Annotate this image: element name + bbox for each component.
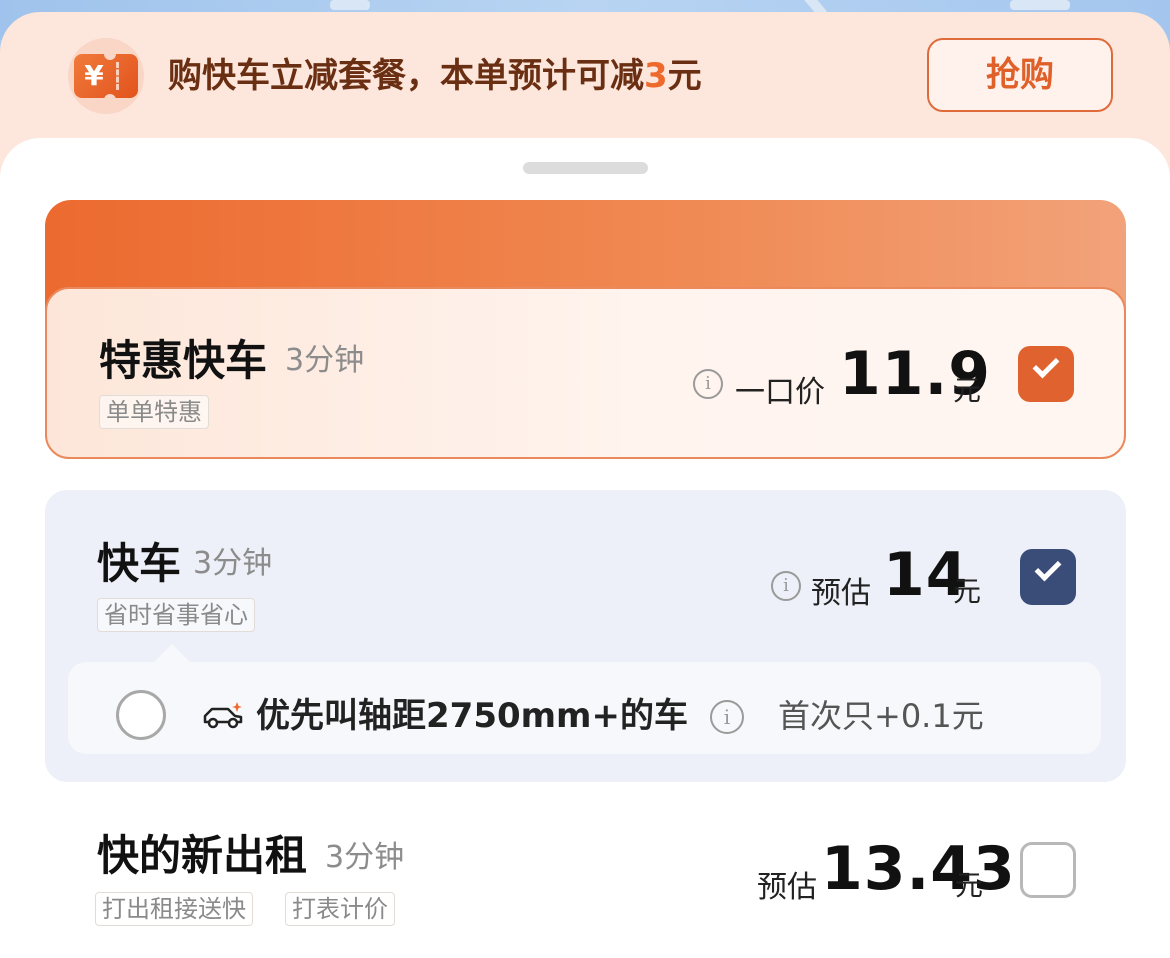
ride-tag: 省时省事省心	[97, 598, 255, 632]
ride-eta: 3分钟	[193, 546, 273, 581]
ride-eta: 3分钟	[325, 840, 405, 875]
ride-checkbox-checked[interactable]	[1018, 346, 1074, 402]
price-value: 13.43	[821, 834, 1016, 904]
drag-handle[interactable]	[523, 162, 648, 174]
ride-checkbox-unchecked[interactable]	[1020, 842, 1076, 898]
ride-tag: 单单特惠	[99, 395, 209, 429]
price-unit: 元	[955, 869, 984, 902]
price-label: 预估	[811, 576, 871, 611]
check-icon	[1034, 554, 1062, 582]
promo-banner: ¥ 购快车立减套餐，本单预计可减3元 抢购	[0, 12, 1170, 140]
map-road	[330, 0, 370, 10]
sub-option-pointer	[154, 644, 190, 662]
info-icon[interactable]: i	[693, 369, 723, 399]
car-icon	[203, 702, 243, 729]
price-unit: 元	[953, 374, 982, 407]
ride-card-tehui[interactable]: 特惠快车 3分钟 单单特惠 i 一口价 11.9 元	[45, 287, 1126, 459]
buy-button[interactable]: 抢购	[927, 38, 1113, 112]
ride-checkbox-checked[interactable]	[1020, 549, 1076, 605]
ride-tag: 打表计价	[285, 892, 395, 926]
map-road	[1010, 0, 1070, 10]
promo-text-main: 购快车立减套餐，本单预计可减	[168, 56, 644, 96]
promo-unit: 元	[667, 56, 702, 96]
ride-tag: 打出租接送快	[95, 892, 253, 926]
check-icon	[1032, 351, 1060, 379]
sub-option-radio[interactable]	[116, 690, 166, 740]
info-icon[interactable]: i	[771, 571, 801, 601]
sub-option-extra-price: 首次只+0.1元	[778, 697, 984, 735]
price-unit: 元	[953, 575, 982, 608]
promo-amount: 3	[644, 56, 668, 96]
price-label: 预估	[757, 870, 817, 905]
price-label: 一口价	[735, 375, 825, 410]
yen-ticket-icon: ¥	[68, 38, 144, 114]
sub-option-text: 优先叫轴距2750mm+的车	[256, 696, 688, 736]
ride-name: 快车	[97, 539, 182, 588]
ride-name: 快的新出租	[97, 831, 308, 880]
info-icon[interactable]: i	[710, 700, 744, 734]
ride-card-taxi[interactable]: 快的新出租 3分钟 打出租接送快 打表计价 预估 13.43 元	[45, 800, 1126, 950]
promo-text: 购快车立减套餐，本单预计可减3元	[168, 50, 702, 102]
ride-name: 特惠快车	[99, 336, 268, 385]
ride-eta: 3分钟	[285, 343, 365, 378]
